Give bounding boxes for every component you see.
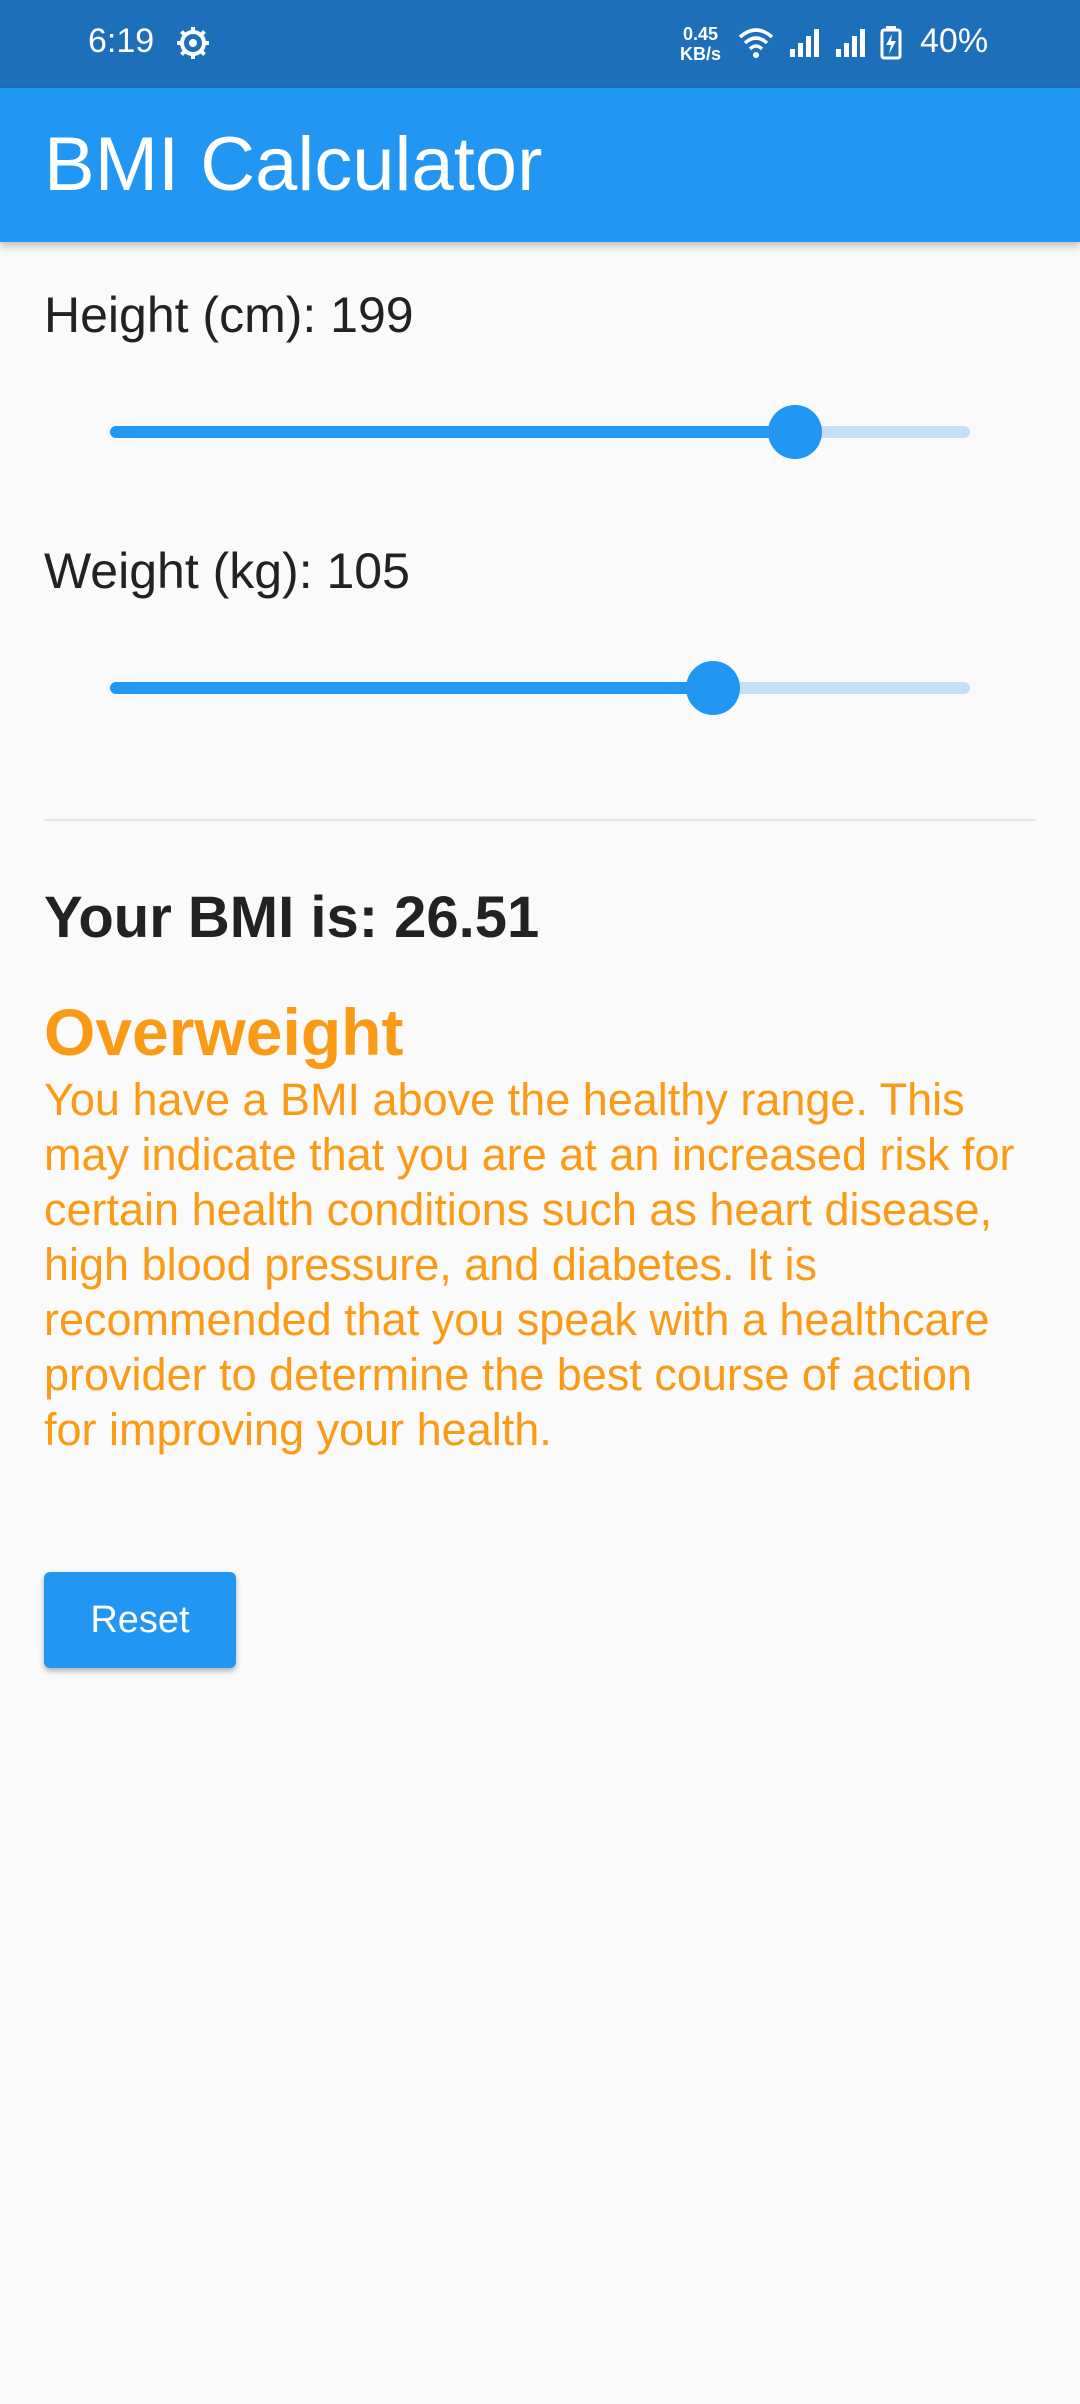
- weight-slider-thumb[interactable]: [685, 661, 740, 715]
- reset-button[interactable]: Reset: [44, 1572, 236, 1668]
- network-speed: 0.45 KB/s: [680, 24, 721, 64]
- status-time: 6:19: [88, 22, 155, 60]
- signal-icon: [788, 27, 820, 64]
- bmi-description: You have a BMI above the healthy range. …: [44, 1074, 1015, 1455]
- signal-icon: [834, 27, 866, 64]
- bmi-result: Your BMI is: 26.51: [44, 885, 540, 950]
- status-bar: 6:19 0.45 KB/s 40%: [0, 0, 1080, 88]
- weight-label: Weight (kg): 105: [44, 543, 410, 599]
- app-bar: BMI Calculator: [0, 88, 1080, 242]
- height-slider[interactable]: [110, 402, 970, 462]
- network-speed-unit: KB/s: [680, 44, 722, 64]
- battery-charging-icon: [880, 26, 902, 65]
- height-slider-thumb[interactable]: [768, 405, 823, 459]
- height-slider-fill: [110, 426, 796, 438]
- settings-gear-icon: [176, 26, 210, 60]
- weight-slider[interactable]: [110, 658, 970, 718]
- battery-percent: 40%: [920, 22, 989, 60]
- height-label: Height (cm): 199: [44, 287, 414, 343]
- network-speed-value: 0.45: [682, 24, 719, 44]
- app-title: BMI Calculator: [44, 122, 543, 207]
- wifi-icon: [738, 27, 774, 64]
- weight-slider-fill: [110, 682, 713, 694]
- divider: [44, 819, 1036, 821]
- bmi-category: Overweight: [44, 995, 404, 1069]
